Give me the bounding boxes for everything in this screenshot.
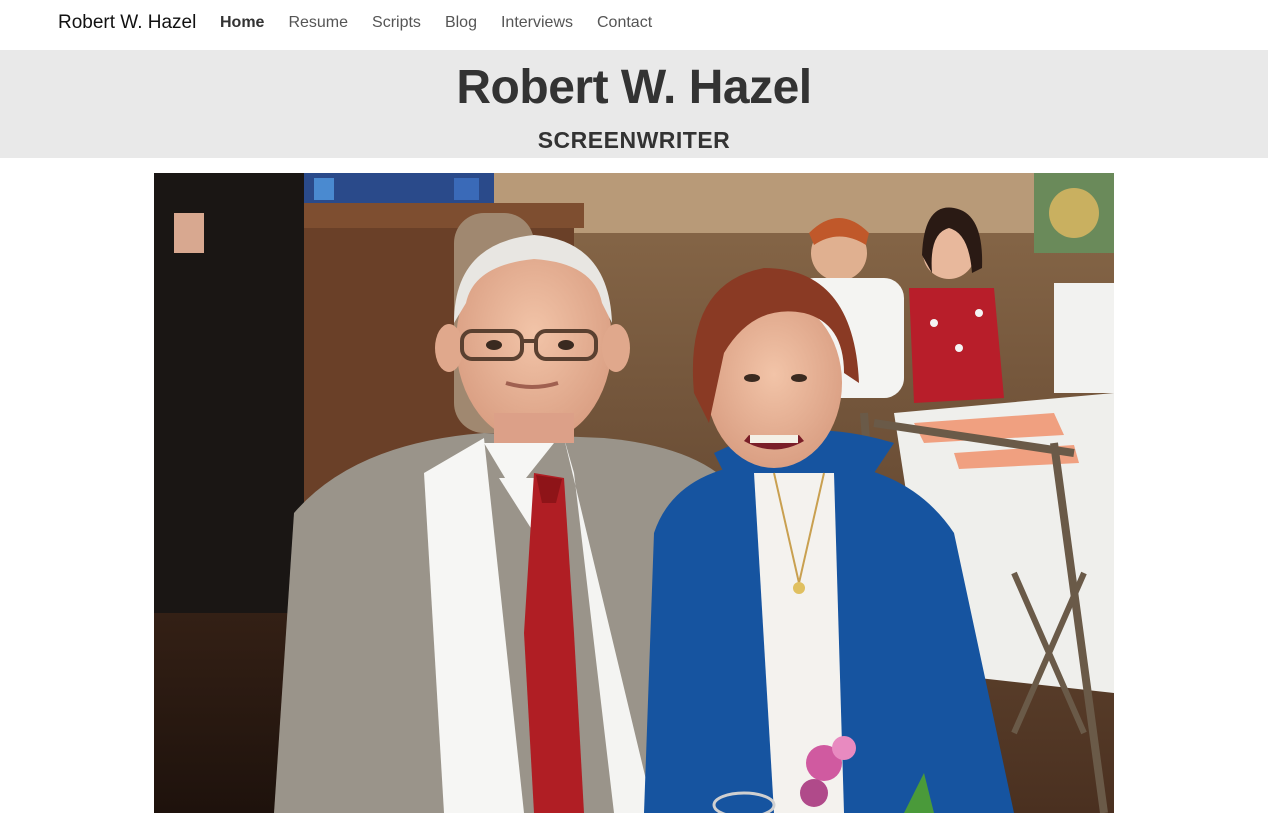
hero-banner: Robert W. Hazel SCREENWRITER [0,50,1268,158]
nav-link-contact[interactable]: Contact [597,14,652,32]
page-subtitle: SCREENWRITER [537,127,731,153]
nav-link-interviews[interactable]: Interviews [501,14,573,32]
nav-link-scripts[interactable]: Scripts [372,14,421,32]
nav-links: Home Resume Scripts Blog Interviews Cont… [220,14,676,32]
nav-link-home[interactable]: Home [220,14,264,32]
page-title: Robert W. Hazel [456,61,812,114]
nav-link-resume[interactable]: Resume [288,14,348,32]
top-navbar: Robert W. Hazel Home Resume Scripts Blog… [0,0,1268,50]
hero-photo [154,173,1114,813]
brand-link[interactable]: Robert W. Hazel [58,12,196,34]
nav-link-blog[interactable]: Blog [445,14,477,32]
photo-illustration [154,173,1114,813]
